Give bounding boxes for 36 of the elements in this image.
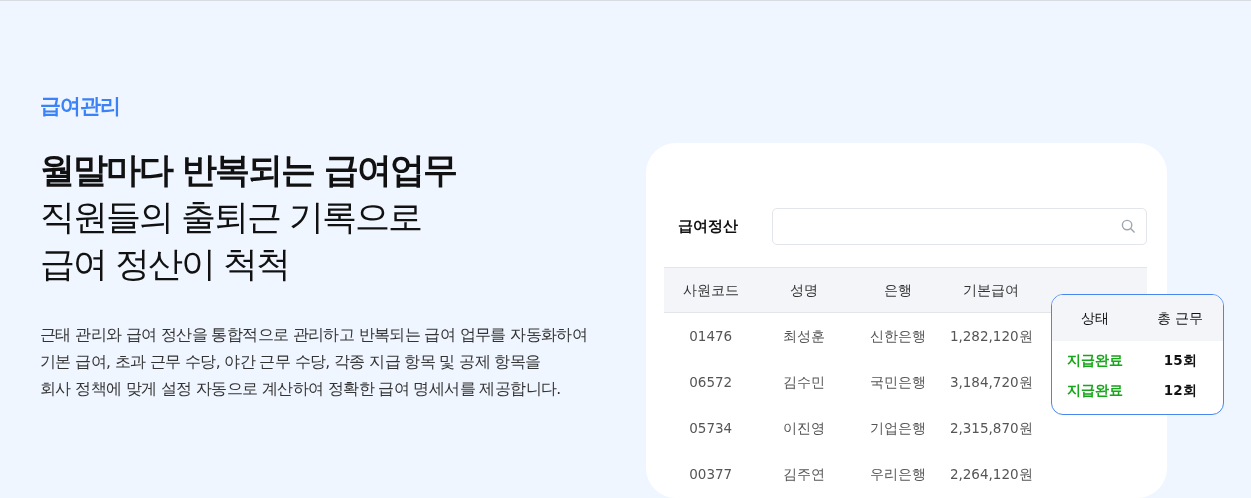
- column-header: 총 근무: [1156, 308, 1205, 328]
- table-cell-text: 김주연: [782, 464, 827, 484]
- table-cell-text: 00377: [688, 464, 734, 484]
- table-cell-text: 06572: [688, 372, 734, 392]
- table-cell-text: 2,264,120원: [948, 464, 1034, 484]
- table-cell-text: 12회: [1162, 380, 1198, 400]
- table-cell-text: 최성훈: [782, 326, 827, 346]
- column-header: 기본급여: [962, 280, 1021, 300]
- table-cell-text: 3,184,720원: [948, 372, 1034, 392]
- table-cell-text: 국민은행: [868, 372, 927, 392]
- column-header: 사원코드: [681, 280, 740, 300]
- subheadline: 직원들의 출퇴근 기록으로: [40, 195, 423, 239]
- section-label: 급여관리: [40, 93, 121, 120]
- search-icon[interactable]: [1121, 219, 1136, 234]
- status-text: 지급완료: [1065, 350, 1124, 370]
- table-cell-text: 01476: [688, 326, 734, 346]
- panel-title: 급여정산: [677, 216, 739, 238]
- description-line: 기본 급여, 초과 근무 수당, 야간 근무 수당, 각종 지급 항목 및 공제 항목을: [40, 351, 542, 373]
- column-header: 성명: [789, 280, 820, 300]
- table-cell-text: 기업은행: [868, 418, 927, 438]
- column-header: 은행: [882, 280, 913, 300]
- table-cell-text: 이진영: [782, 418, 827, 438]
- table-cell-text: 우리은행: [868, 464, 927, 484]
- table-cell-text: 신한은행: [868, 326, 927, 346]
- description-line: 회사 정책에 맞게 설정 자동으로 계산하여 정확한 급여 명세서를 제공합니다.: [40, 378, 562, 400]
- subheadline: 급여 정산이 척척: [40, 243, 291, 286]
- column-header: 상태: [1079, 308, 1110, 328]
- table-cell-text: 05734: [688, 418, 734, 438]
- description-line: 근태 관리와 급여 정산을 통합적으로 관리하고 반복되는 급여 업무를 자동화하여: [40, 325, 589, 347]
- table-cell-text: 1,282,120원: [948, 326, 1034, 346]
- search-field[interactable]: [772, 208, 1147, 245]
- status-text: 지급완료: [1065, 380, 1124, 400]
- headline: 월말마다 반복되는 급여업무: [40, 148, 458, 192]
- table-cell-text: 김수민: [782, 372, 827, 392]
- table-cell-text: 2,315,870원: [948, 418, 1034, 438]
- table-cell-text: 15회: [1162, 350, 1198, 370]
